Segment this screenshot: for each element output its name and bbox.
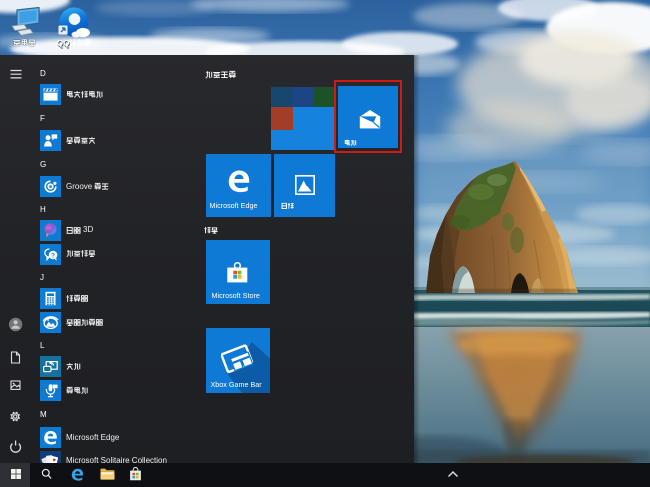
svg-text:?: ? [51,252,55,259]
